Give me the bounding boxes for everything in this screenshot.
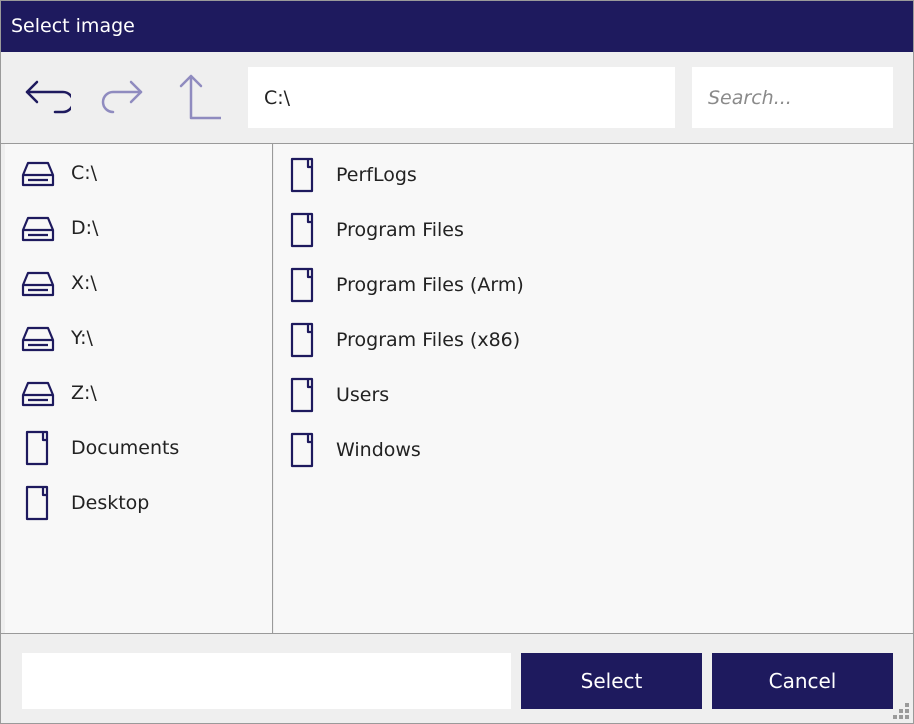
drive-icon [21,208,55,248]
sidebar-item-label: C:\ [71,162,98,184]
list-item-label: Program Files (x86) [336,329,521,351]
sidebar-item-label: Documents [71,437,180,459]
sidebar-item-c-drive[interactable]: C:\ [21,153,97,193]
list-item[interactable]: Program Files (x86) [286,320,520,360]
list-item[interactable]: Users [286,375,389,415]
toolbar [1,52,913,144]
list-item-label: Windows [336,439,421,461]
file-icon [286,155,320,195]
sidebar-item-x-drive[interactable]: X:\ [21,263,97,303]
list-item[interactable]: Program Files [286,210,464,250]
address-field[interactable] [248,67,675,128]
drive-icon [21,153,55,193]
file-icon [21,483,55,523]
sidebar-item-label: Desktop [71,492,150,514]
search-input[interactable] [692,67,893,128]
dialog-title: Select image [11,15,135,37]
cancel-button[interactable]: Cancel [712,653,893,709]
select-button[interactable]: Select [521,653,702,709]
sidebar-pane: C:\ D:\ X:\ Y:\ Z:\ Documents Desktop [5,144,273,633]
forward-button[interactable] [97,72,149,124]
sidebar-item-label: X:\ [71,272,97,294]
file-icon [286,320,320,360]
sidebar-item-label: D:\ [71,217,99,239]
list-item[interactable]: Program Files (Arm) [286,265,524,305]
file-icon [286,210,320,250]
drive-icon [21,263,55,303]
list-item-label: Users [336,384,390,406]
footer-bar: Select Cancel [1,633,913,723]
up-button[interactable] [173,72,225,124]
back-button[interactable] [19,72,71,124]
file-icon [286,265,320,305]
file-icon [286,430,320,470]
sidebar-item-documents[interactable]: Documents [21,428,179,468]
file-list-pane: PerfLogs Program Files Program Files (Ar… [274,144,912,633]
drive-icon [21,318,55,358]
filename-input[interactable] [22,653,511,709]
file-icon [286,375,320,415]
up-arrow-icon [179,74,221,120]
sidebar-item-desktop[interactable]: Desktop [21,483,149,523]
sidebar-item-y-drive[interactable]: Y:\ [21,318,93,358]
sidebar-item-z-drive[interactable]: Z:\ [21,373,97,413]
list-item-label: PerfLogs [336,164,417,186]
list-item-label: Program Files (Arm) [336,274,524,296]
forward-arrow-icon [101,80,143,114]
file-icon [21,428,55,468]
title-bar: Select image [1,1,913,52]
sidebar-item-label: Z:\ [71,382,97,404]
list-item[interactable]: PerfLogs [286,155,417,195]
select-image-dialog: Select image C:\ Search... C:\ D:\ X:\ Y… [0,0,914,724]
back-arrow-icon [25,80,71,114]
list-item[interactable]: Windows [286,430,421,470]
resize-grip-icon[interactable] [891,701,911,721]
sidebar-item-label: Y:\ [71,327,93,349]
drive-icon [21,373,55,413]
sidebar-item-d-drive[interactable]: D:\ [21,208,98,248]
list-item-label: Program Files [336,219,464,241]
